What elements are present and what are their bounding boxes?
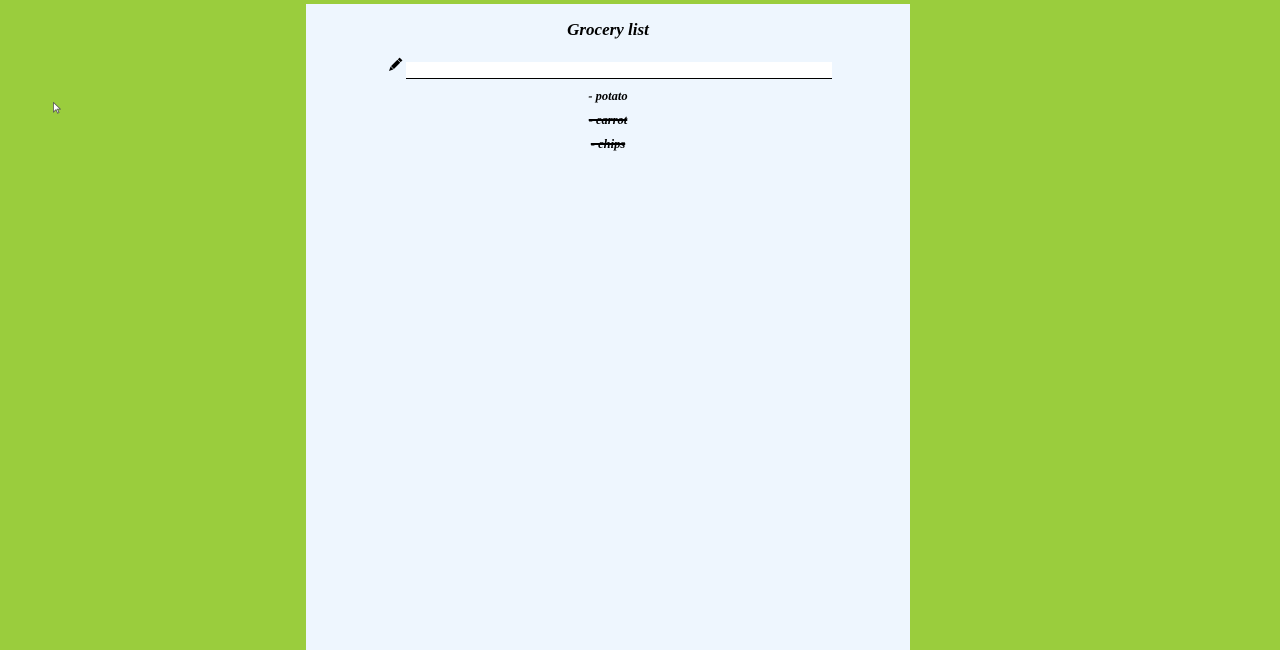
list-item-label: - potato [588, 89, 628, 103]
list-item[interactable]: - chips [306, 134, 910, 158]
list-item[interactable]: - carrot [306, 110, 910, 134]
grocery-list-panel: Grocery list - potato - carrot - chips [306, 4, 910, 650]
new-item-input[interactable] [406, 62, 832, 79]
list-item[interactable]: - potato [306, 86, 910, 110]
list-item-label: - chips [590, 137, 626, 151]
new-item-row [386, 54, 832, 80]
page-title: Grocery list [567, 20, 649, 39]
list-item-label: - carrot [588, 113, 628, 127]
grocery-items-list: - potato - carrot - chips [306, 86, 910, 158]
pencil-icon[interactable] [386, 56, 404, 74]
mouse-cursor-icon [53, 102, 61, 114]
